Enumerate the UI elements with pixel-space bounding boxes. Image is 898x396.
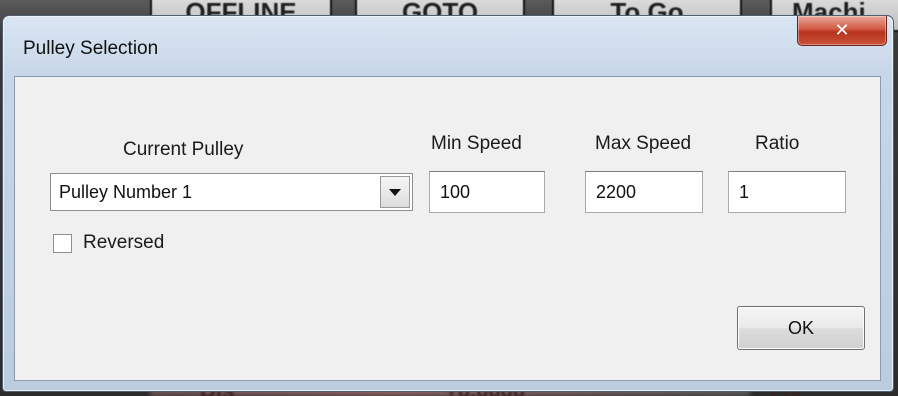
reversed-checkbox[interactable] xyxy=(53,234,72,253)
ratio-input[interactable] xyxy=(729,172,845,212)
dialog-titlebar[interactable]: Pulley Selection ✕ xyxy=(3,16,893,76)
current-pulley-label: Current Pulley xyxy=(123,139,244,160)
ok-button-label: OK xyxy=(787,317,814,338)
max-speed-input[interactable] xyxy=(586,172,702,212)
pulley-selection-dialog: Pulley Selection ✕ Current Pulley Min Sp… xyxy=(2,15,894,392)
ok-button[interactable]: OK xyxy=(737,306,865,350)
min-speed-field[interactable] xyxy=(429,171,545,213)
dialog-title: Pulley Selection xyxy=(23,38,159,59)
ratio-label: Ratio xyxy=(755,133,800,154)
min-speed-label: Min Speed xyxy=(431,133,522,154)
dialog-client-area: Current Pulley Min Speed Max Speed Ratio… xyxy=(14,76,881,381)
current-pulley-value: Pulley Number 1 xyxy=(59,182,193,202)
close-icon: ✕ xyxy=(834,20,850,40)
ratio-field[interactable] xyxy=(728,171,846,213)
chevron-down-icon xyxy=(389,188,401,196)
reversed-label: Reversed xyxy=(83,232,165,253)
max-speed-label: Max Speed xyxy=(595,133,692,154)
close-button[interactable]: ✕ xyxy=(797,16,887,46)
dropdown-arrow-button[interactable] xyxy=(380,176,410,208)
max-speed-field[interactable] xyxy=(585,171,703,213)
current-pulley-dropdown[interactable]: Pulley Number 1 xyxy=(50,173,413,211)
min-speed-input[interactable] xyxy=(430,172,544,212)
